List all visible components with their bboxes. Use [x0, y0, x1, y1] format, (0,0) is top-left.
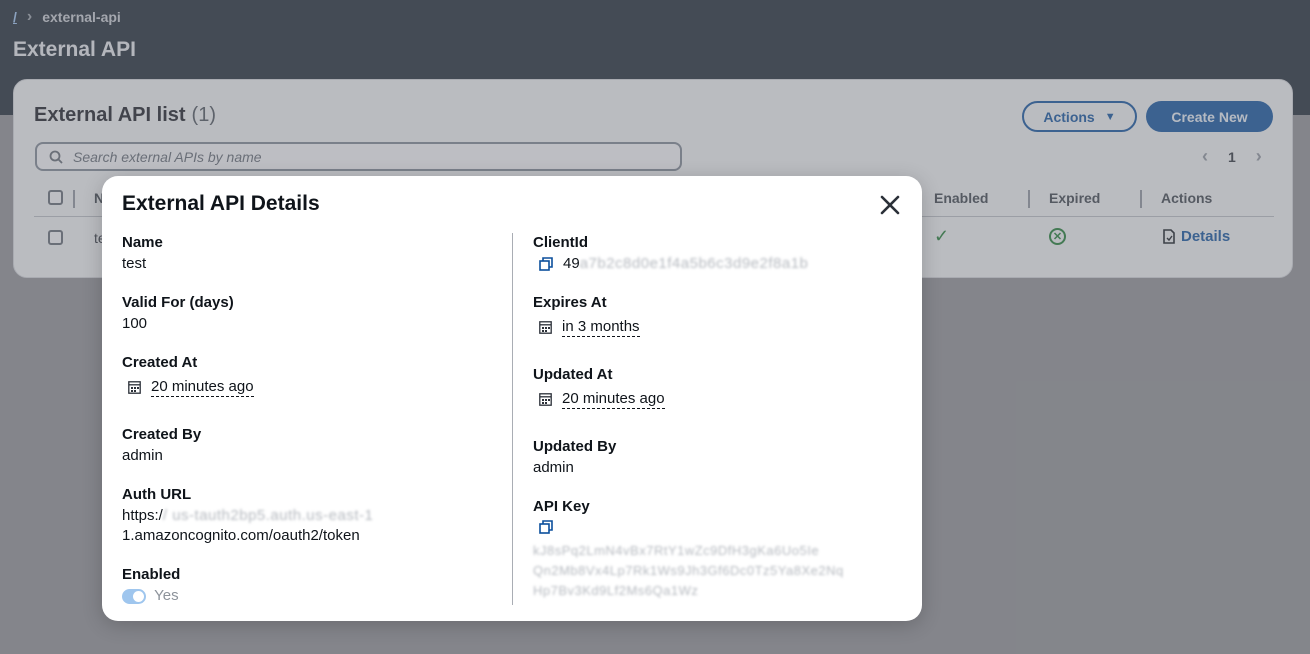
copy-icon[interactable]: [539, 520, 553, 534]
field-label: Enabled: [122, 566, 181, 583]
field-label: API Key: [533, 498, 590, 515]
field-enabled: Enabled Yes: [122, 566, 180, 606]
field-value: 100: [122, 315, 148, 332]
enabled-toggle: [122, 588, 146, 604]
api-key-value: kJ8sPq2LmN4vBx7RtY1wZc9DfH3gKa6Uo5Ie Qn2…: [533, 541, 903, 601]
field-updated-by: Updated By admin: [533, 438, 616, 478]
field-label: Created At: [122, 354, 198, 371]
field-label: ClientId: [533, 234, 588, 251]
auth-url-suffix: 1.amazoncognito.com/oauth2/token: [122, 527, 360, 544]
external-api-details-modal: External API Details Name test Valid For…: [102, 176, 922, 621]
field-label: Valid For (days): [122, 294, 234, 311]
field-valid-for: Valid For (days) 100: [122, 294, 234, 334]
column-divider: [512, 233, 513, 605]
field-value: admin: [533, 459, 574, 476]
calendar-icon: [128, 381, 141, 394]
auth-url-value: https:// us-tauth2bp5.auth.us-east-1 1.a…: [122, 506, 502, 546]
created-at-text[interactable]: 20 minutes ago: [151, 378, 254, 397]
client-id-value: 49a7b2c8d0e1f4a5b6c3d9e2f8a1b: [533, 254, 903, 274]
expires-at-value: in 3 months: [533, 318, 640, 337]
field-value: admin: [122, 447, 163, 464]
field-auth-url: Auth URL https:// us-tauth2bp5.auth.us-e…: [122, 486, 502, 546]
created-at-value: 20 minutes ago: [122, 378, 254, 397]
field-api-key: API Key kJ8sPq2LmN4vBx7RtY1wZc9DfH3gKa6U…: [533, 498, 903, 601]
auth-url-redacted: / us-tauth2bp5.auth.us-east-1: [162, 507, 374, 524]
field-label: Name: [122, 234, 163, 251]
field-label: Created By: [122, 426, 202, 443]
field-client-id: ClientId 49a7b2c8d0e1f4a5b6c3d9e2f8a1b: [533, 234, 903, 274]
field-label: Auth URL: [122, 486, 192, 503]
field-label: Updated By: [533, 438, 617, 455]
api-key-copy: [533, 520, 903, 539]
updated-at-text[interactable]: 20 minutes ago: [562, 390, 665, 409]
calendar-icon: [539, 321, 552, 334]
auth-url-prefix: https:/: [122, 507, 163, 524]
enabled-value: Yes: [122, 586, 180, 606]
field-value: test: [122, 255, 147, 272]
close-icon[interactable]: [878, 193, 902, 217]
field-name: Name test: [122, 234, 163, 274]
expires-at-text[interactable]: in 3 months: [562, 318, 640, 337]
field-expires-at: Expires At in 3 months: [533, 294, 640, 337]
field-label: Expires At: [533, 294, 607, 311]
client-id-redacted: a7b2c8d0e1f4a5b6c3d9e2f8a1b: [579, 255, 809, 272]
api-key-line: Hp7Bv3Kd9Lf2Ms6Qa1Wz: [533, 583, 699, 598]
enabled-text: Yes: [154, 587, 179, 604]
field-label: Updated At: [533, 366, 613, 383]
modal-title: External API Details: [122, 192, 320, 215]
field-updated-at: Updated At 20 minutes ago: [533, 366, 665, 409]
field-created-by: Created By admin: [122, 426, 201, 466]
field-created-at: Created At 20 minutes ago: [122, 354, 254, 397]
api-key-line: kJ8sPq2LmN4vBx7RtY1wZc9DfH3gKa6Uo5Ie: [533, 543, 820, 558]
calendar-icon: [539, 393, 552, 406]
api-key-line: Qn2Mb8Vx4Lp7Rk1Ws9Jh3Gf6Dc0Tz5Ya8Xe2Nq: [533, 563, 844, 578]
client-id-prefix: 49: [563, 255, 580, 272]
copy-icon[interactable]: [539, 257, 553, 271]
updated-at-value: 20 minutes ago: [533, 390, 665, 409]
